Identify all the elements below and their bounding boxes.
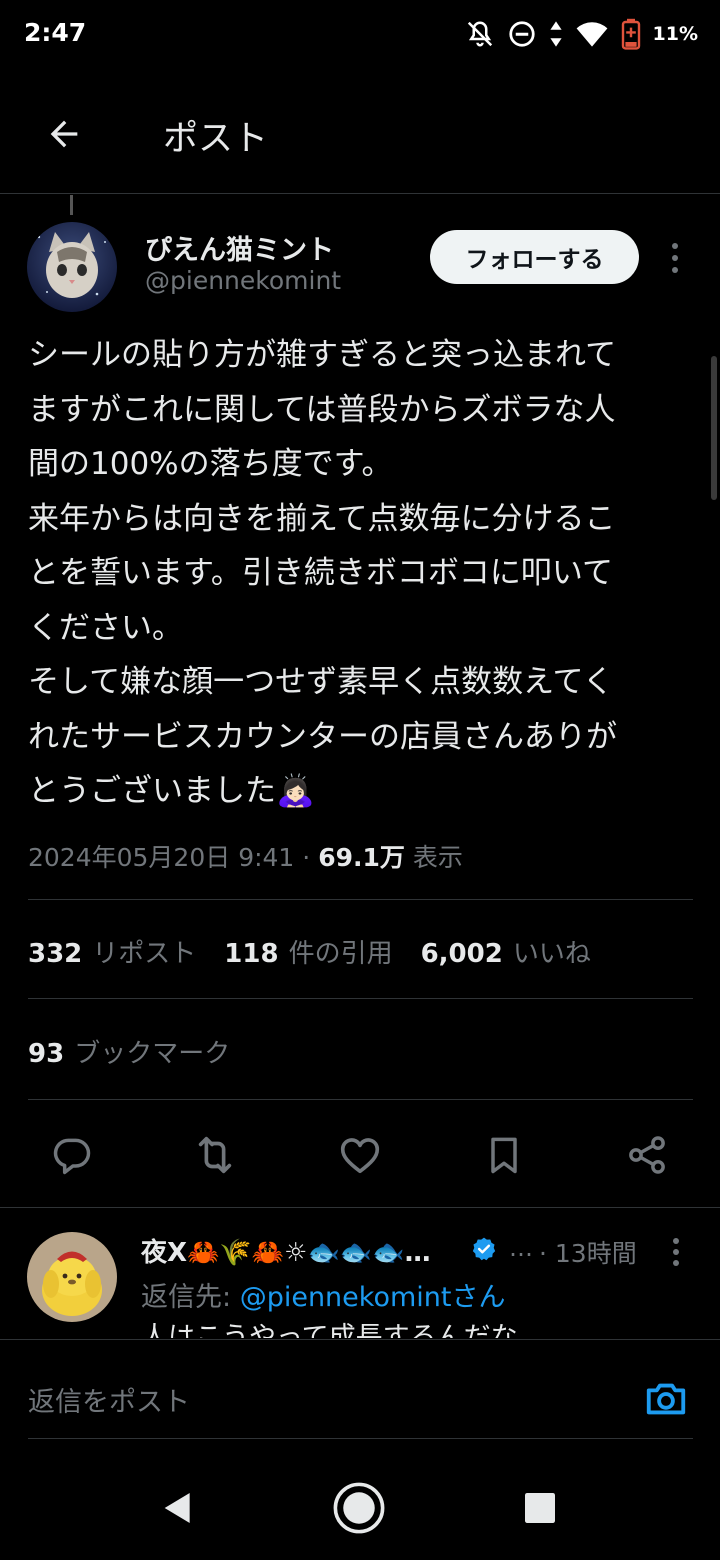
action-bar [0, 1128, 720, 1182]
likes-stat[interactable]: 6,002 いいね [421, 933, 591, 970]
likes-count: 6,002 [420, 939, 503, 969]
reply-composer: 返信をポスト [0, 1339, 720, 1440]
author-avatar[interactable] [27, 222, 117, 312]
scrollbar[interactable] [711, 356, 717, 500]
timestamp: 2024年05月20日 9:41 · [28, 843, 319, 872]
quotes-label: 件の引用 [288, 939, 393, 969]
tweet-text-line: 間の100%の落ち度です。 [28, 446, 393, 482]
reply-icon [53, 1138, 91, 1175]
more-options-button[interactable] [660, 236, 690, 280]
views-count[interactable]: 69.1万 [318, 843, 405, 872]
share-icon [629, 1136, 665, 1174]
nav-home-button[interactable] [331, 1480, 387, 1536]
nav-back-icon [164, 1493, 190, 1523]
reposts-stat[interactable]: 332 リポスト [28, 933, 196, 970]
nav-recents-icon [525, 1493, 555, 1523]
share-button[interactable] [620, 1128, 674, 1182]
reposts-label: リポスト [92, 939, 197, 969]
reply-text-container: 人はこうやって成長するんだな [141, 1322, 701, 1338]
author-handle[interactable]: @piennekomint [145, 266, 341, 295]
tweet-text-line: とうございました🙇🏻‍♀️ [28, 773, 315, 809]
status-bar: 2:47 11% [0, 0, 720, 70]
quotes-stat[interactable]: 118 件の引用 [224, 933, 392, 970]
tweet-text-line: そして嫌な顔一つせず素早く点数数えてく [28, 664, 614, 700]
tweet-text-line: シールの貼り方が雑すぎると突っ込まれて [28, 337, 617, 373]
reply-time: · 13時間 [539, 1239, 637, 1268]
section-divider [0, 1207, 720, 1208]
bookmarks-stat[interactable]: 93 ブックマーク [28, 1033, 230, 1070]
notifications-off-icon [465, 19, 495, 49]
bookmark-button[interactable] [477, 1128, 531, 1182]
reposts-count: 332 [28, 939, 83, 969]
bookmarks-label: ブックマーク [74, 1039, 231, 1069]
wifi-icon [575, 20, 609, 48]
reply-to-mention[interactable]: @piennekomintさん [240, 1282, 506, 1313]
tweet-text-line: ますがこれに関しては普段からズボラな人 [28, 391, 616, 428]
reply-header: 夜X🦀🌾🦀☼🐟🐟🐟… … · 13時間 [141, 1232, 701, 1268]
reply-author-avatar[interactable] [27, 1232, 117, 1322]
reply-button[interactable] [45, 1128, 99, 1182]
reply-text: 人はこうやって成長するんだな [141, 1322, 518, 1338]
views-label: 表示 [404, 843, 463, 872]
author-name[interactable]: ぴえん猫ミント [145, 228, 334, 267]
tweet-text-line: とを誓います。引き続きボコボコに叩いて [28, 555, 613, 591]
reply-input[interactable]: 返信をポスト [28, 1380, 190, 1419]
repost-icon [198, 1136, 232, 1174]
status-icons: 11% [465, 16, 698, 52]
back-arrow-icon [50, 120, 78, 148]
tweet-meta: 2024年05月20日 9:41 · 69.1万 表示 [28, 838, 463, 874]
verified-badge-icon [471, 1236, 497, 1266]
tweet-text-line: ください。 [28, 609, 183, 646]
battery-percent: 11% [652, 23, 698, 45]
like-button[interactable] [333, 1128, 387, 1182]
tweet-text-line: れたサービスカウンターの店員さんありが [28, 718, 617, 755]
follow-button[interactable]: フォローする [430, 230, 639, 284]
tweet-text-line: 来年からは向きを揃えて点数毎に分けるこ [28, 500, 616, 537]
nav-recents-button[interactable] [512, 1480, 568, 1536]
do-not-disturb-icon [507, 19, 537, 49]
reply-to-line: 返信先: @piennekomintさん [141, 1275, 505, 1314]
divider [28, 899, 693, 900]
reply-author-name[interactable]: 夜X🦀🌾🦀☼🐟🐟🐟… [141, 1232, 431, 1269]
divider [28, 1438, 693, 1439]
reply-to-prefix: 返信先: [141, 1282, 240, 1313]
likes-label: いいね [512, 939, 591, 969]
page-title: ポスト [163, 119, 269, 159]
divider [28, 1099, 693, 1100]
camera-icon [646, 1383, 686, 1415]
quotes-count: 118 [224, 939, 279, 969]
like-icon [340, 1138, 380, 1174]
bookmarks-count: 93 [28, 1039, 65, 1069]
camera-button[interactable] [640, 1373, 692, 1425]
reply-more-options-button[interactable] [661, 1234, 691, 1270]
engagement-stats: 332 リポスト 118 件の引用 6,002 いいね [28, 933, 591, 970]
tweet-body: シールの貼り方が雑すぎると突っ込まれて ますがこれに関しては普段からズボラな人 … [28, 328, 698, 819]
bookmark-icon [491, 1137, 517, 1174]
divider [28, 998, 693, 999]
thread-line [70, 195, 73, 215]
nav-home-icon [333, 1482, 385, 1534]
battery-low-icon [621, 18, 641, 50]
nav-back-button[interactable] [150, 1480, 206, 1536]
system-nav-bar [0, 1440, 720, 1560]
data-arrows-icon [549, 20, 563, 48]
back-button[interactable] [36, 106, 92, 162]
reply-handle-truncated: … [509, 1234, 533, 1262]
status-time: 2:47 [24, 18, 87, 47]
repost-button[interactable] [188, 1128, 242, 1182]
top-app-bar: ポスト [0, 70, 720, 194]
